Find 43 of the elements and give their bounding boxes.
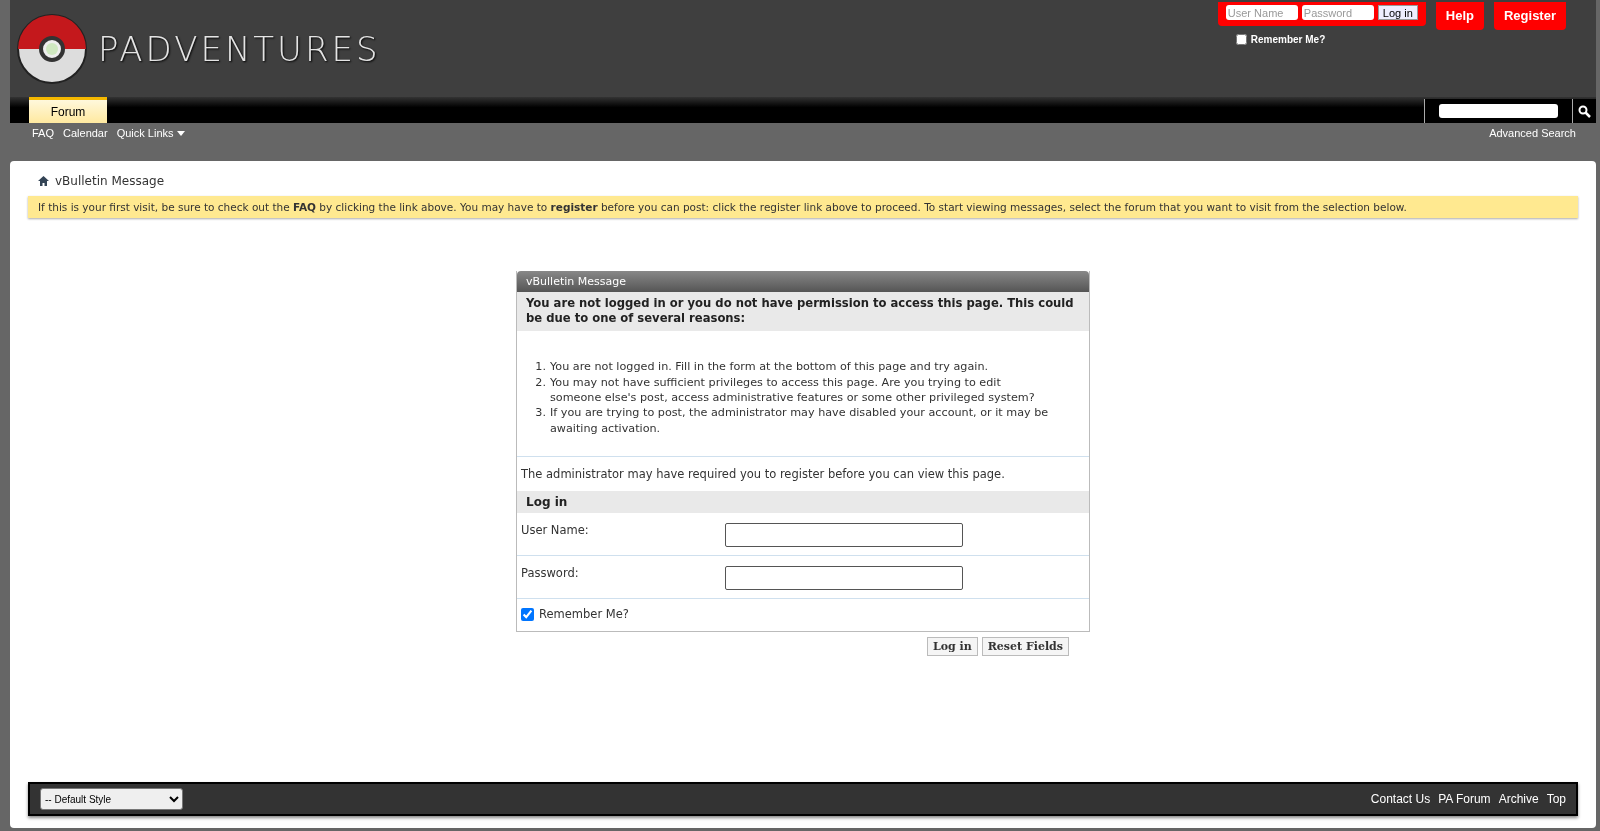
style-select[interactable]: -- Default Style	[40, 788, 183, 810]
breadcrumb-text: vBulletin Message	[55, 174, 165, 188]
register-button[interactable]: Register	[1493, 2, 1566, 30]
nav-link[interactable]: Quick Links	[116, 127, 185, 139]
remember-label: Remember Me?	[1250, 34, 1326, 45]
username-field[interactable]: User Name	[1225, 5, 1298, 20]
nav-link[interactable]: Calendar	[63, 127, 108, 139]
input-field[interactable]	[725, 566, 963, 591]
input-field[interactable]	[725, 523, 963, 548]
list-number: 1.	[534, 359, 546, 375]
nav-link[interactable]: FAQ	[32, 127, 54, 139]
login-button[interactable]: Log in	[1377, 5, 1418, 20]
footer-link[interactable]: Contact Us	[1370, 792, 1431, 806]
password-field[interactable]: Password	[1301, 5, 1374, 20]
login-button[interactable]: Log in	[926, 637, 978, 657]
search-icon	[1578, 104, 1591, 118]
list-number: 3.	[534, 405, 546, 422]
footer-link[interactable]: Top	[1546, 792, 1566, 806]
footer-link[interactable]: Archive	[1498, 792, 1539, 806]
register-note: The administrator may have required you to register before you can view this page.	[520, 466, 1006, 484]
notice-banner: If this is your first visit, be sure to check out the FAQ by clicking the link above. You may have to register before you can post: click the register link above to proceed. To start viewing messages, select the forum that you want to visit from the selection below.	[28, 196, 1578, 218]
remember-checkbox[interactable]	[521, 607, 534, 621]
forum-tab[interactable]: Forum	[29, 97, 107, 123]
footer-link[interactable]: PA Forum	[1438, 792, 1491, 806]
login-heading: Log in	[517, 491, 1089, 514]
search-field[interactable]	[1439, 104, 1558, 118]
message-title: vBulletin Message	[517, 271, 1089, 292]
field-label: User Name:	[521, 523, 590, 540]
pokeball-logo-icon	[16, 12, 88, 85]
reset-button[interactable]: Reset Fields	[981, 637, 1069, 657]
reason-item: If you are trying to post, the administrator may have disabled your account, or it may be awaiting activation.	[550, 405, 1049, 437]
reason-item: You may not have sufficient privileges to access this page. Are you trying to edit someone else's post, access administrative features or some other privileged system?	[550, 374, 1036, 406]
list-number: 2.	[534, 374, 546, 391]
logo-text: PADVENTURES	[98, 28, 381, 69]
field-label: Password:	[521, 566, 580, 583]
message-heading: You are not logged in or you do not have permission to access this page. This could be due to one of several reasons:	[517, 292, 1089, 332]
remember-checkbox[interactable]	[1235, 34, 1247, 45]
caret-icon	[176, 130, 185, 136]
remember-label: Remember Me?	[539, 607, 629, 622]
help-button[interactable]: Help	[1435, 2, 1484, 30]
advanced-search-link[interactable]: Advanced Search	[1489, 127, 1576, 139]
reason-item: You are not logged in. Fill in the form at the bottom of this page and try again.	[550, 359, 990, 375]
home-icon[interactable]	[38, 176, 49, 186]
